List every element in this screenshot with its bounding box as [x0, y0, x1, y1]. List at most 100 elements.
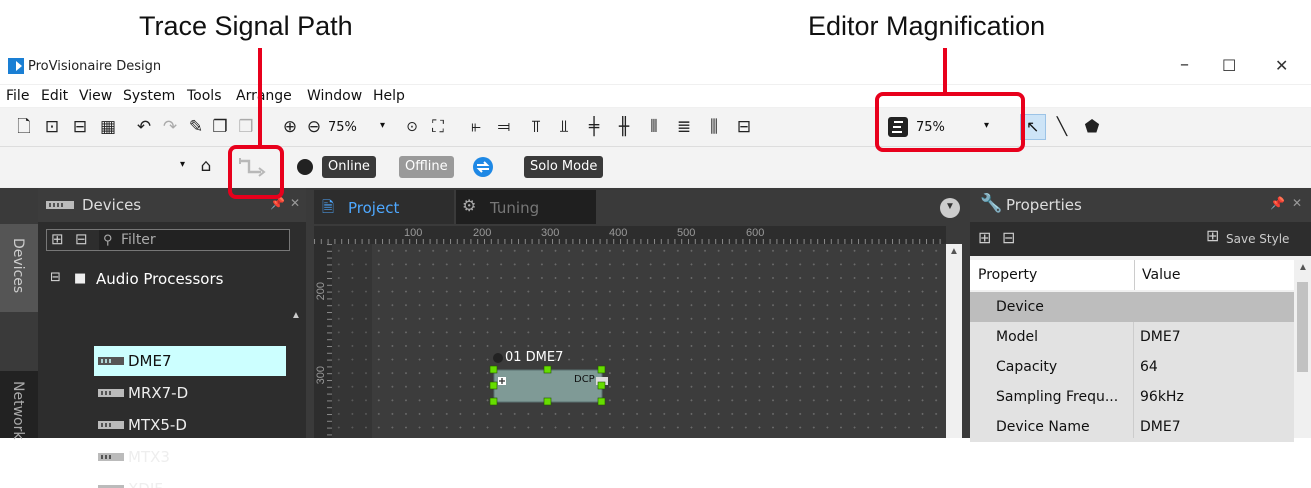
menu-window[interactable]: Window — [307, 88, 362, 104]
property-value: DME7 — [1140, 329, 1181, 345]
title-bar: ProVisionaire Design – ☐ ✕ — [0, 50, 1311, 84]
tab-tuning[interactable]: ⚙ Tuning — [456, 190, 596, 224]
filter-input[interactable]: ⚲ Filter — [99, 230, 289, 250]
close-pane-icon[interactable]: ✕ — [290, 196, 300, 210]
fit-window-icon[interactable]: ⛶ — [428, 117, 448, 137]
devices-scrollbar[interactable]: ▲ — [288, 310, 304, 438]
list-item-mtx3[interactable]: MTX3 — [94, 442, 286, 472]
property-group-device[interactable]: Device — [970, 292, 1294, 322]
tree-category-audio-processors[interactable]: ⊟ ■ Audio Processors — [46, 264, 290, 294]
search-icon: ⚲ — [103, 232, 113, 247]
maximize-button[interactable]: ☐ — [1222, 56, 1236, 75]
scroll-up-icon[interactable]: ▲ — [1298, 262, 1308, 273]
pin-icon[interactable]: 📌 — [1270, 196, 1285, 210]
component-label: 01 DME7 — [505, 350, 564, 365]
editor-scrollbar[interactable]: ▲ — [946, 244, 962, 438]
open-file-icon[interactable]: ⊡ — [42, 117, 62, 137]
property-value: DME7 — [1140, 419, 1181, 435]
solo-mode-button[interactable]: Solo Mode — [524, 156, 604, 178]
sync-icon[interactable] — [472, 156, 494, 178]
zoom-select[interactable]: 75% ▾ — [326, 117, 392, 139]
copy-icon[interactable]: ❐ — [210, 117, 230, 137]
devices-filter-bar: ⊞ ⊟ ⚲ Filter — [46, 229, 290, 251]
property-row-sampling-frequency[interactable]: Sampling Frequ... 96kHz — [970, 382, 1294, 412]
property-row-capacity[interactable]: Capacity 64 — [970, 352, 1294, 382]
property-value: 96kHz — [1140, 389, 1184, 405]
new-file-icon[interactable]: 🗋 — [14, 117, 34, 137]
save-style-icon[interactable]: ⊞ — [1206, 226, 1219, 246]
column-divider — [1133, 322, 1134, 438]
scroll-up-icon[interactable]: ▲ — [949, 246, 959, 257]
property-row-model[interactable]: Model DME7 — [970, 322, 1294, 352]
close-pane-icon[interactable]: ✕ — [1292, 196, 1302, 210]
system-select[interactable]: ▾ — [12, 156, 194, 178]
line-tool-icon[interactable]: ╲ — [1052, 117, 1072, 137]
collapse-icon[interactable]: ⊟ — [50, 270, 61, 285]
minimize-button[interactable]: – — [1180, 54, 1189, 75]
list-item-xdif[interactable]: XDIF — [94, 474, 286, 488]
chevron-down-icon: ▼ — [945, 201, 955, 212]
align-center-h-icon[interactable]: ╪ — [584, 117, 604, 137]
design-canvas[interactable] — [332, 244, 946, 438]
menu-tools[interactable]: Tools — [187, 88, 222, 104]
tab-list-button[interactable]: ▼ — [940, 198, 960, 218]
align-left-icon[interactable]: ⫦ — [466, 117, 486, 137]
ruler-tick-label: 100 — [404, 227, 423, 239]
save-icon[interactable]: ⊟ — [70, 117, 90, 137]
expand-all-icon[interactable]: ⊞ — [978, 228, 991, 248]
paste-icon[interactable]: ❒ — [236, 117, 256, 137]
zoom-100-icon[interactable]: ⊙ — [402, 117, 422, 137]
zoom-out-icon[interactable]: ⊖ — [304, 117, 324, 137]
device-lock-icon[interactable]: ⌂ — [196, 156, 216, 176]
list-item-mrx7d[interactable]: MRX7-D — [94, 378, 286, 408]
properties-header-row: Property Value — [970, 260, 1294, 290]
annotation-editor-magnification: Editor Magnification — [808, 11, 1046, 41]
menu-file[interactable]: File — [6, 88, 29, 104]
align-bottom-icon[interactable]: ⫫ — [554, 117, 574, 137]
align-right-icon[interactable]: ⫤ — [494, 117, 514, 137]
save-style-button[interactable]: Save Style — [1226, 232, 1289, 246]
collapse-all-icon[interactable]: ⊟ — [75, 230, 88, 248]
redo-icon[interactable]: ↷ — [160, 117, 180, 137]
annotation-box-magnification — [875, 92, 1025, 152]
device-icon — [98, 421, 124, 429]
close-button[interactable]: ✕ — [1275, 56, 1288, 75]
online-button[interactable]: Online — [322, 156, 376, 178]
align-center-v-icon[interactable]: ╫ — [614, 117, 634, 137]
tab-project[interactable]: 🗎 Project — [314, 190, 454, 224]
side-tab-devices[interactable]: Devices — [0, 224, 38, 312]
print-icon[interactable]: ▦ — [98, 117, 118, 137]
properties-scrollbar[interactable]: ▲ — [1294, 256, 1311, 438]
collapse-all-icon[interactable]: ⊟ — [1002, 228, 1015, 248]
same-height-icon[interactable]: ⊟ — [734, 117, 754, 137]
list-item-mtx5d[interactable]: MTX5-D — [94, 410, 286, 440]
chevron-down-icon: ▾ — [380, 120, 386, 131]
menu-edit[interactable]: Edit — [41, 88, 68, 104]
zoom-in-icon[interactable]: ⊕ — [280, 117, 300, 137]
distribute-h-icon[interactable]: ⫴ — [644, 117, 664, 137]
distribute-v-icon[interactable]: ≣ — [674, 117, 694, 137]
scrollbar-thumb[interactable] — [1297, 282, 1308, 372]
annotation-pointer-trace — [258, 48, 262, 146]
expand-all-icon[interactable]: ⊞ — [51, 230, 64, 248]
cut-icon[interactable]: ✎ — [186, 117, 206, 137]
undo-icon[interactable]: ↶ — [134, 117, 154, 137]
polygon-tool-icon[interactable]: ⬟ — [1082, 117, 1102, 137]
align-top-icon[interactable]: ⫪ — [526, 117, 546, 137]
device-label: MRX7-D — [128, 384, 189, 402]
menu-bar: File Edit View System Tools Arrange Wind… — [0, 85, 1311, 107]
menu-view[interactable]: View — [79, 88, 112, 104]
annotation-trace-signal-path: Trace Signal Path — [139, 11, 353, 41]
side-tab-network[interactable]: Network — [0, 371, 38, 439]
menu-help[interactable]: Help — [373, 88, 405, 104]
properties-pane-header: 🔧 Properties 📌 ✕ — [970, 188, 1311, 222]
tuning-icon: ⚙ — [462, 198, 477, 215]
list-item-dme7-selected[interactable]: DME7 — [94, 346, 286, 376]
offline-button[interactable]: Offline — [399, 156, 454, 178]
menu-arrange[interactable]: Arrange — [236, 88, 292, 104]
annotation-box-trace — [228, 145, 284, 199]
scroll-up-icon[interactable]: ▲ — [291, 310, 301, 321]
side-tab-strip: Devices Network — [0, 188, 38, 439]
menu-system[interactable]: System — [123, 88, 175, 104]
same-width-icon[interactable]: ⫼ — [704, 117, 724, 137]
